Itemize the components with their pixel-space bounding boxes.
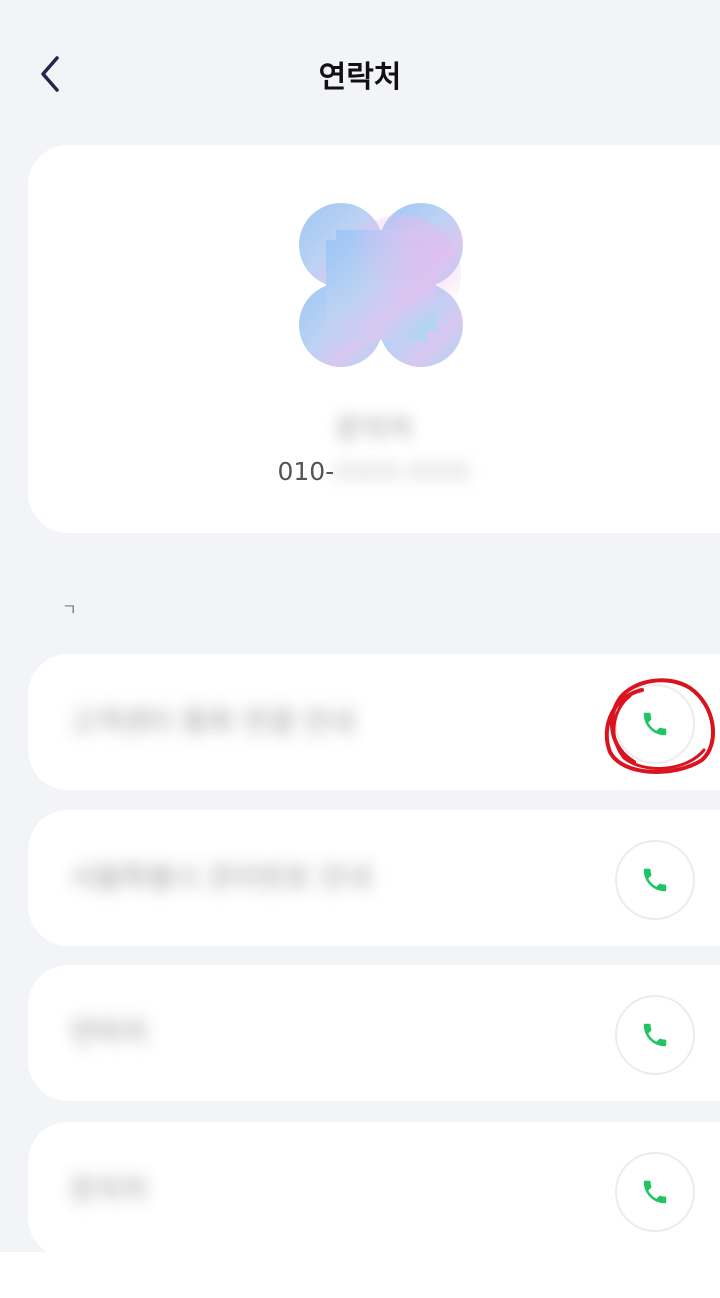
phone-rest: 0000-0000: [334, 457, 471, 486]
list-item[interactable]: 서울특별시 관리번호 안내: [28, 810, 720, 946]
phone-number: 010-0000-0000: [28, 457, 720, 486]
phone-icon: [643, 868, 667, 892]
list-item-label: 연락처: [70, 1016, 148, 1049]
phone-prefix: 010-: [277, 457, 335, 486]
list-item[interactable]: 고객센터 통화 연결 안내: [28, 654, 720, 790]
header: 연락처: [0, 0, 720, 150]
list-item-label: 서울특별시 관리번호 안내: [70, 861, 372, 894]
page-title: 연락처: [318, 60, 402, 95]
phone-icon: [643, 1180, 667, 1204]
phone-icon: [643, 712, 667, 736]
list-item-label: 고객센터 통화 연결 안내: [70, 705, 355, 738]
profile-card: 문의처 010-0000-0000: [28, 145, 720, 533]
call-button[interactable]: [615, 840, 695, 920]
avatar: [299, 203, 463, 367]
phone-icon: [643, 1023, 667, 1047]
section-header: ㄱ: [62, 600, 77, 619]
call-button[interactable]: [615, 684, 695, 764]
call-button[interactable]: [615, 1152, 695, 1232]
list-item[interactable]: 문의처: [28, 1122, 720, 1258]
list-item[interactable]: 연락처: [28, 965, 720, 1101]
contact-name: 문의처: [335, 412, 413, 445]
list-item-label: 문의처: [70, 1173, 148, 1206]
bottom-fade: [0, 1252, 720, 1298]
call-button[interactable]: [615, 995, 695, 1075]
